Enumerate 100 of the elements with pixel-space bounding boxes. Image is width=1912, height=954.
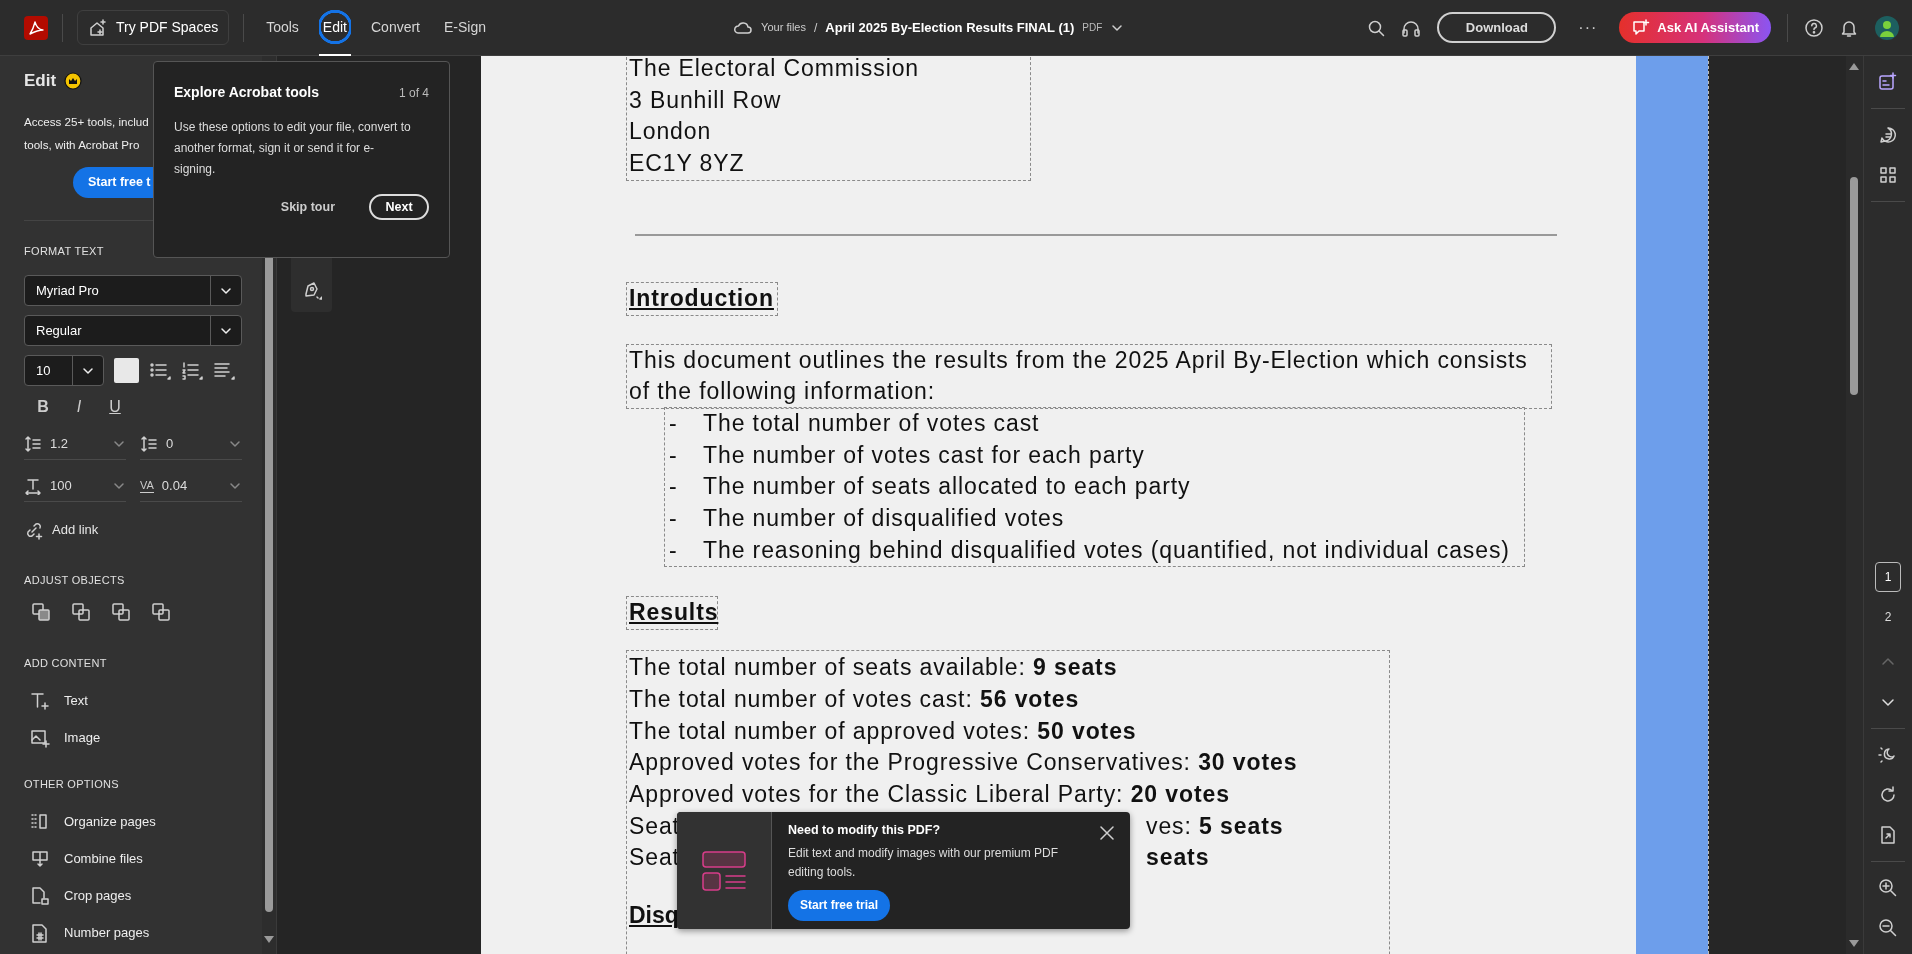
document-icon[interactable] — [1878, 825, 1898, 845]
download-button[interactable]: Download — [1437, 12, 1557, 43]
tool-item[interactable]: Crop pages — [64, 886, 132, 906]
search-icon[interactable] — [1367, 18, 1386, 37]
spacing-value-field[interactable]: 0 — [166, 433, 220, 454]
crown-icon — [64, 71, 83, 90]
text-style-button[interactable]: U — [100, 394, 130, 420]
result-line: Seat — [629, 843, 680, 873]
color-swatch[interactable] — [114, 358, 139, 383]
promo-text: Edit text and modify images with our premium PDF editing tools. — [788, 844, 1060, 881]
help-icon[interactable] — [1804, 17, 1824, 38]
nav-tab[interactable]: E-Sign — [440, 0, 491, 56]
app-logo[interactable] — [24, 15, 48, 40]
style-dropdown[interactable]: Regular — [24, 315, 242, 346]
bullet-mark: - — [669, 535, 679, 565]
nav-tab[interactable]: Tools — [262, 0, 303, 56]
result-line: The total number of approved votes: 50 votes — [629, 716, 1138, 746]
cloud-icon — [733, 19, 754, 36]
arrange-objects-icon[interactable] — [112, 602, 130, 621]
section-heading: FORMAT TEXT — [24, 243, 105, 259]
spacing-value-field[interactable]: 1.2 — [50, 433, 104, 454]
spacing-value-field[interactable]: 0.04 — [161, 475, 220, 496]
tool-item[interactable]: Organize pages — [64, 812, 156, 832]
tool-item[interactable]: Text — [64, 690, 88, 711]
address-line: London — [629, 117, 713, 147]
result-line: Approved votes for the Progressive Conservatives: 30 votes — [629, 748, 1299, 778]
page-number-button[interactable]: 2 — [1875, 602, 1901, 632]
arrange-objects-icon[interactable] — [72, 602, 90, 621]
skip-tour-button[interactable]: Skip tour — [274, 196, 341, 218]
arrange-objects-icon[interactable] — [152, 602, 170, 621]
sparkle-home-icon — [88, 17, 108, 38]
paragraph-spacing-icon — [140, 434, 158, 453]
image-tool-icon — [30, 727, 50, 748]
zoom-out-icon[interactable] — [1878, 918, 1898, 938]
step-counter: 1 of 4 — [398, 84, 429, 102]
scrollbar-thumb[interactable] — [1850, 177, 1858, 395]
scroll-down-arrow-icon[interactable] — [1849, 940, 1859, 948]
nav-tab[interactable]: Convert — [367, 0, 424, 56]
add-link-label[interactable]: Add link — [52, 520, 99, 540]
popover-title: Explore Acrobat tools — [174, 83, 319, 102]
tool-item[interactable]: Image — [64, 727, 101, 748]
bullet-mark: - — [669, 472, 679, 502]
breadcrumb-link[interactable]: Your files — [761, 19, 806, 36]
panel-description-line: tools, with Acrobat Pro — [24, 136, 140, 153]
bullet-item: The reasoning behind disqualified votes (quantified, not individual cases) — [703, 535, 1510, 565]
text-style-button[interactable]: B — [28, 394, 58, 420]
avatar-icon[interactable] — [1874, 14, 1900, 41]
line-spacing-icon — [24, 434, 42, 453]
bullet-item: The number of disqualified votes — [703, 504, 1065, 534]
combine-tool-icon — [30, 849, 50, 869]
ai-edit-icon[interactable] — [1878, 72, 1898, 92]
scroll-up-arrow-icon[interactable] — [1849, 62, 1859, 70]
result-line: seats — [1146, 843, 1210, 873]
next-button[interactable]: Next — [369, 194, 429, 220]
result-line: The total number of votes cast: 56 votes — [629, 684, 1081, 714]
bullet-item: The number of seats allocated to each party — [703, 472, 1191, 502]
result-line: Seat — [629, 811, 680, 841]
grid-icon[interactable] — [1878, 165, 1898, 185]
tool-item[interactable]: Number pages — [64, 923, 150, 943]
path-separator: / — [813, 19, 818, 37]
section-heading: Results — [629, 599, 719, 626]
bullet-item: The number of votes cast for each party — [703, 440, 1145, 470]
text-style-button[interactable]: I — [64, 394, 94, 420]
scroll-down-arrow-icon[interactable] — [264, 936, 274, 944]
moon-sun-icon[interactable] — [1878, 745, 1898, 765]
link-plus-icon — [24, 520, 44, 540]
headphones-icon[interactable] — [1401, 18, 1422, 37]
section-heading: ADJUST OBJECTS — [24, 573, 126, 588]
zoom-in-icon[interactable] — [1878, 878, 1898, 898]
arrange-objects-icon[interactable] — [32, 602, 50, 621]
text-tool-icon — [30, 690, 50, 711]
size-dropdown[interactable]: 10 — [24, 355, 104, 386]
section-heading: OTHER OPTIONS — [24, 777, 120, 792]
spacing-value-field[interactable]: 100 — [50, 475, 104, 496]
result-line: The total number of seats available: 9 seats — [629, 653, 1119, 683]
numbered-list-icon[interactable] — [181, 359, 203, 382]
more-button[interactable]: ··· — [1572, 14, 1604, 41]
ask-ai-button[interactable]: Ask AI Assistant — [1619, 12, 1771, 43]
tool-item[interactable]: Combine files — [64, 849, 143, 869]
scale-spacing-icon — [24, 476, 42, 495]
address-line: EC1Y 8YZ — [629, 149, 746, 179]
result-line: Approved votes for the Classic Liberal Party: 20 votes — [629, 779, 1231, 809]
file-type-label: PDF — [1082, 21, 1103, 35]
number-tool-icon — [30, 923, 50, 943]
organize-tool-icon — [30, 812, 50, 832]
close-icon[interactable] — [1100, 826, 1114, 840]
bullet-mark: - — [669, 440, 679, 470]
bullet-mark: - — [669, 408, 679, 438]
page-number-button[interactable]: 1 — [1875, 562, 1901, 592]
start-trial-button[interactable]: Start free trial — [788, 889, 890, 921]
chat-sparkle-icon — [1631, 17, 1652, 38]
bullet-mark: - — [669, 504, 679, 534]
panel-description-line: Access 25+ tools, includ — [24, 113, 149, 130]
promo-title: Need to modify this PDF? — [788, 822, 941, 839]
section-heading: Introduction — [629, 284, 774, 311]
try-spaces-button[interactable]: Try PDF Spaces — [77, 10, 230, 45]
rotate-icon[interactable] — [1878, 785, 1898, 805]
address-line: 3 Bunhill Row — [629, 85, 783, 115]
intro-paragraph: This document outlines the results from the 2025 April By-Election which consists of the following information: — [626, 343, 1552, 409]
font-dropdown[interactable]: Myriad Pro — [24, 275, 242, 306]
